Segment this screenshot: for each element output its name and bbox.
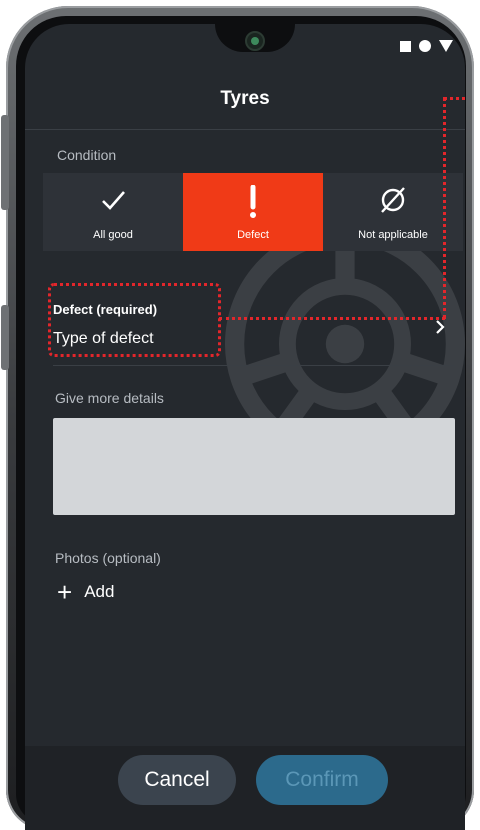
triangle-icon (439, 40, 453, 52)
chevron-right-icon (436, 320, 445, 334)
volume-button (1, 115, 9, 210)
highlight-connector (443, 97, 465, 100)
condition-all-good-button[interactable]: All good (43, 173, 183, 251)
not-applicable-icon (381, 187, 405, 213)
add-photo-button[interactable]: + Add (57, 577, 115, 607)
divider (53, 365, 455, 366)
status-bar (400, 40, 453, 52)
divider (25, 129, 465, 130)
condition-label: Condition (57, 147, 117, 163)
app-screen: Tyres Condition All good Defect Not appl… (25, 24, 465, 830)
stop-icon (400, 40, 411, 52)
camera-icon (245, 31, 265, 51)
circle-icon (419, 40, 431, 52)
condition-not-applicable-button[interactable]: Not applicable (323, 173, 463, 251)
details-label: Give more details (55, 390, 164, 406)
add-photo-label: Add (84, 582, 115, 601)
condition-option-label: All good (93, 229, 133, 241)
highlight-connector (443, 97, 446, 319)
condition-option-label: Not applicable (358, 229, 428, 241)
highlight-box (48, 283, 221, 357)
plus-icon: + (57, 577, 73, 607)
highlight-connector (219, 317, 445, 320)
cancel-button[interactable]: Cancel (118, 755, 236, 805)
details-textarea[interactable] (53, 418, 455, 515)
exclamation-icon (250, 185, 256, 218)
bottom-action-bar (25, 746, 465, 830)
confirm-button[interactable]: Confirm (256, 755, 388, 805)
condition-defect-button[interactable]: Defect (183, 173, 323, 251)
condition-selector: All good Defect Not applicable (43, 173, 463, 251)
photos-label: Photos (optional) (55, 550, 161, 566)
page-title: Tyres (220, 88, 270, 109)
condition-option-label: Defect (237, 229, 269, 241)
check-icon (102, 191, 125, 210)
power-button (1, 305, 9, 370)
